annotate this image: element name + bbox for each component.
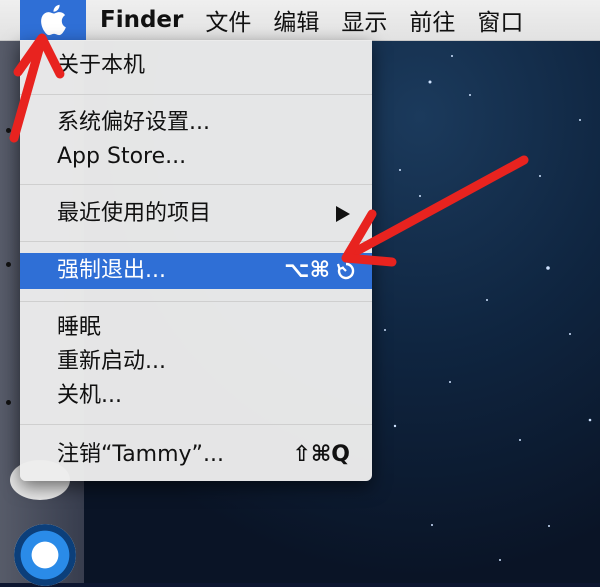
annotation-arrow-force-quit [350, 155, 529, 257]
annotation-arrows [9, 33, 529, 267]
